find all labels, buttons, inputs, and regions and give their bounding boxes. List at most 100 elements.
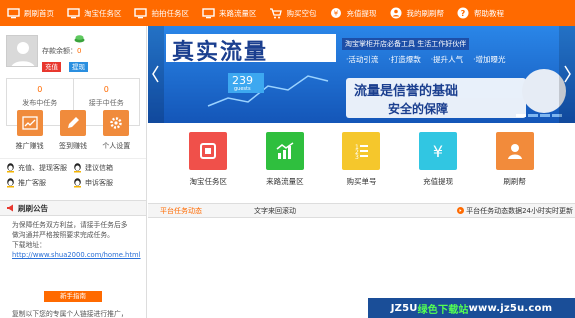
feature-traffic[interactable]: 来路流量区 bbox=[255, 132, 315, 187]
person-icon bbox=[495, 132, 534, 170]
nav-item-recharge[interactable]: ¥ 充值提现 bbox=[323, 0, 383, 26]
notice-panel: 刷刷公告 为保障任务双方利益，请接手任务后多 做沟通并严格按照要求完成任务。 下… bbox=[0, 200, 146, 260]
banner-title: 真实流量 bbox=[172, 40, 269, 65]
customer-service: 充值、提现客服 建议信箱 推广客服 申诉客服 bbox=[0, 158, 146, 192]
qq-icon bbox=[73, 163, 82, 173]
service-promote[interactable]: 推广客服 bbox=[6, 178, 73, 188]
list-icon: 123 bbox=[342, 132, 381, 170]
recharge-button[interactable]: 充值 bbox=[42, 62, 61, 72]
nav-label: 购买空包 bbox=[286, 8, 317, 18]
nav-label: 淘宝任务区 bbox=[84, 8, 122, 18]
task-icon bbox=[189, 132, 228, 170]
service-suggest[interactable]: 建议信箱 bbox=[73, 163, 140, 173]
nav-item-home[interactable]: 刷刷首页 bbox=[0, 0, 60, 26]
quick-label: 个人设置 bbox=[102, 142, 131, 150]
watermark-part: www.jz5u.com bbox=[468, 302, 553, 314]
chevron-left-icon bbox=[152, 65, 159, 83]
feature-shortcuts: 淘宝任务区 来路流量区 123 购买单号 ¥ 充值提现 刷刷帮 bbox=[148, 132, 575, 187]
banner-tag: ·打造爆款 bbox=[388, 55, 421, 64]
quick-label: 推广赚钱 bbox=[15, 142, 44, 150]
svg-text:¥: ¥ bbox=[433, 142, 443, 161]
nav-item-my-account[interactable]: 我的刷刷帮 bbox=[383, 0, 451, 26]
service-appeal[interactable]: 申诉客服 bbox=[73, 178, 140, 188]
nav-item-traffic[interactable]: 来路流量区 bbox=[195, 0, 263, 26]
notice-body: 为保障任务双方利益，请接手任务后多 做沟通并严格按照要求完成任务。 下载地址： … bbox=[0, 216, 146, 260]
notice-title: 刷刷公告 bbox=[18, 203, 48, 213]
qq-icon bbox=[73, 178, 82, 188]
user-icon bbox=[389, 7, 403, 19]
gear-icon bbox=[103, 110, 130, 136]
nav-label: 充值提现 bbox=[346, 8, 377, 18]
nav-item-buy-package[interactable]: 购买空包 bbox=[263, 0, 323, 26]
monitor-icon bbox=[6, 7, 20, 19]
realtime-update-text: 平台任务动态数据24小时实时更新 bbox=[466, 206, 573, 215]
feature-recharge[interactable]: ¥ 充值提现 bbox=[408, 132, 468, 187]
cart-icon bbox=[269, 7, 283, 19]
banner-slider[interactable]: 真实流量 淘宝掌柜开店必备工具 生活工作好伙伴 ·活动引流 ·打造爆款 ·提升人… bbox=[148, 26, 575, 123]
banner-slogan-2: 安全的保障 bbox=[388, 102, 449, 116]
service-label: 充值、提现客服 bbox=[18, 164, 67, 172]
feature-label: 充值提现 bbox=[423, 177, 454, 186]
quick-settings[interactable]: 个人设置 bbox=[96, 110, 136, 151]
top-nav: 刷刷首页 淘宝任务区 拍拍任务区 来路流量区 购买空包 ¥ 充值提现 我的刷刷帮… bbox=[0, 0, 575, 26]
service-label: 建议信箱 bbox=[85, 164, 113, 172]
notice-header: 刷刷公告 bbox=[0, 201, 146, 216]
banner-tag: ·增加曝光 bbox=[473, 55, 506, 64]
service-label: 申诉客服 bbox=[85, 179, 113, 187]
banner-subtitle: 淘宝掌柜开店必备工具 生活工作好伙伴 bbox=[342, 38, 470, 50]
nav-label: 来路流量区 bbox=[219, 8, 257, 18]
realtime-update-note: 平台任务动态数据24小时实时更新 bbox=[457, 206, 575, 216]
newbie-guide-button[interactable]: 新手指南 bbox=[44, 291, 102, 302]
feature-label: 刷刷帮 bbox=[503, 177, 526, 186]
tab-platform-dynamics[interactable]: 平台任务动态 bbox=[148, 206, 208, 216]
feature-label: 购买单号 bbox=[346, 177, 377, 186]
banner-next-button[interactable] bbox=[559, 26, 575, 123]
nav-label: 我的刷刷帮 bbox=[406, 8, 445, 18]
svg-text:¥: ¥ bbox=[333, 10, 338, 18]
feature-label: 来路流量区 bbox=[266, 177, 304, 186]
play-icon bbox=[457, 207, 465, 214]
help-icon: ? bbox=[456, 7, 470, 19]
feature-buy-order[interactable]: 123 购买单号 bbox=[331, 132, 391, 187]
monitor-icon bbox=[66, 7, 80, 19]
monitor-icon bbox=[201, 7, 215, 19]
withdraw-button[interactable]: 提现 bbox=[69, 62, 88, 72]
qq-icon bbox=[6, 178, 15, 188]
stat-num: 0 bbox=[37, 85, 43, 94]
stat-label: 接手中任务 bbox=[88, 99, 124, 107]
banner-counter-label: guests bbox=[234, 86, 251, 92]
quick-checkin[interactable]: 签到赚钱 bbox=[53, 110, 93, 151]
dynamic-tabs: 平台任务动态 文字来回滚动 平台任务动态数据24小时实时更新 bbox=[148, 203, 575, 218]
notice-line: 做沟通并严格按照要求完成任务。 bbox=[12, 231, 114, 239]
promote-link-tip: 复制以下您的专属个人链接进行推广， bbox=[12, 310, 128, 318]
banner-tag: ·提升人气 bbox=[430, 55, 464, 64]
nav-label: 刷刷首页 bbox=[24, 8, 54, 18]
megaphone-icon bbox=[6, 204, 15, 212]
feature-label: 淘宝任务区 bbox=[189, 177, 228, 186]
nav-item-taobao[interactable]: 淘宝任务区 bbox=[60, 0, 128, 26]
chevron-right-icon bbox=[564, 65, 571, 83]
monitor-icon bbox=[134, 7, 148, 19]
feature-shuashuabang[interactable]: 刷刷帮 bbox=[485, 132, 545, 187]
banner-tag: ·活动引流 bbox=[346, 55, 379, 64]
banner-prev-button[interactable] bbox=[148, 26, 164, 123]
yen-icon: ¥ bbox=[419, 132, 458, 170]
feature-taobao[interactable]: 淘宝任务区 bbox=[178, 132, 238, 187]
watermark-part: JZ5U bbox=[390, 302, 418, 314]
scrolling-text: 文字来回滚动 bbox=[254, 206, 296, 215]
quick-promote[interactable]: 推广赚钱 bbox=[10, 110, 50, 151]
watermark-part: 绿色下载站 bbox=[417, 304, 469, 316]
download-link[interactable]: http://www.shua2000.com/home.html bbox=[12, 250, 141, 260]
stat-label: 发布中任务 bbox=[22, 99, 58, 107]
notice-line: 下载地址： bbox=[12, 241, 46, 249]
site-watermark: JZ5U 绿色下载站 www.jz5u.com bbox=[368, 298, 575, 318]
bar-chart-icon bbox=[265, 132, 304, 170]
svg-text:3: 3 bbox=[355, 154, 359, 161]
qq-icon bbox=[6, 163, 15, 173]
banner-tags: ·活动引流 ·打造爆款 ·提升人气 ·增加曝光 bbox=[346, 54, 506, 65]
avatar[interactable] bbox=[6, 35, 38, 67]
nav-item-help[interactable]: ? 帮助教程 bbox=[450, 0, 510, 26]
nav-item-paipai[interactable]: 拍拍任务区 bbox=[128, 0, 196, 26]
chart-icon bbox=[16, 110, 43, 136]
service-recharge[interactable]: 充值、提现客服 bbox=[6, 163, 73, 173]
